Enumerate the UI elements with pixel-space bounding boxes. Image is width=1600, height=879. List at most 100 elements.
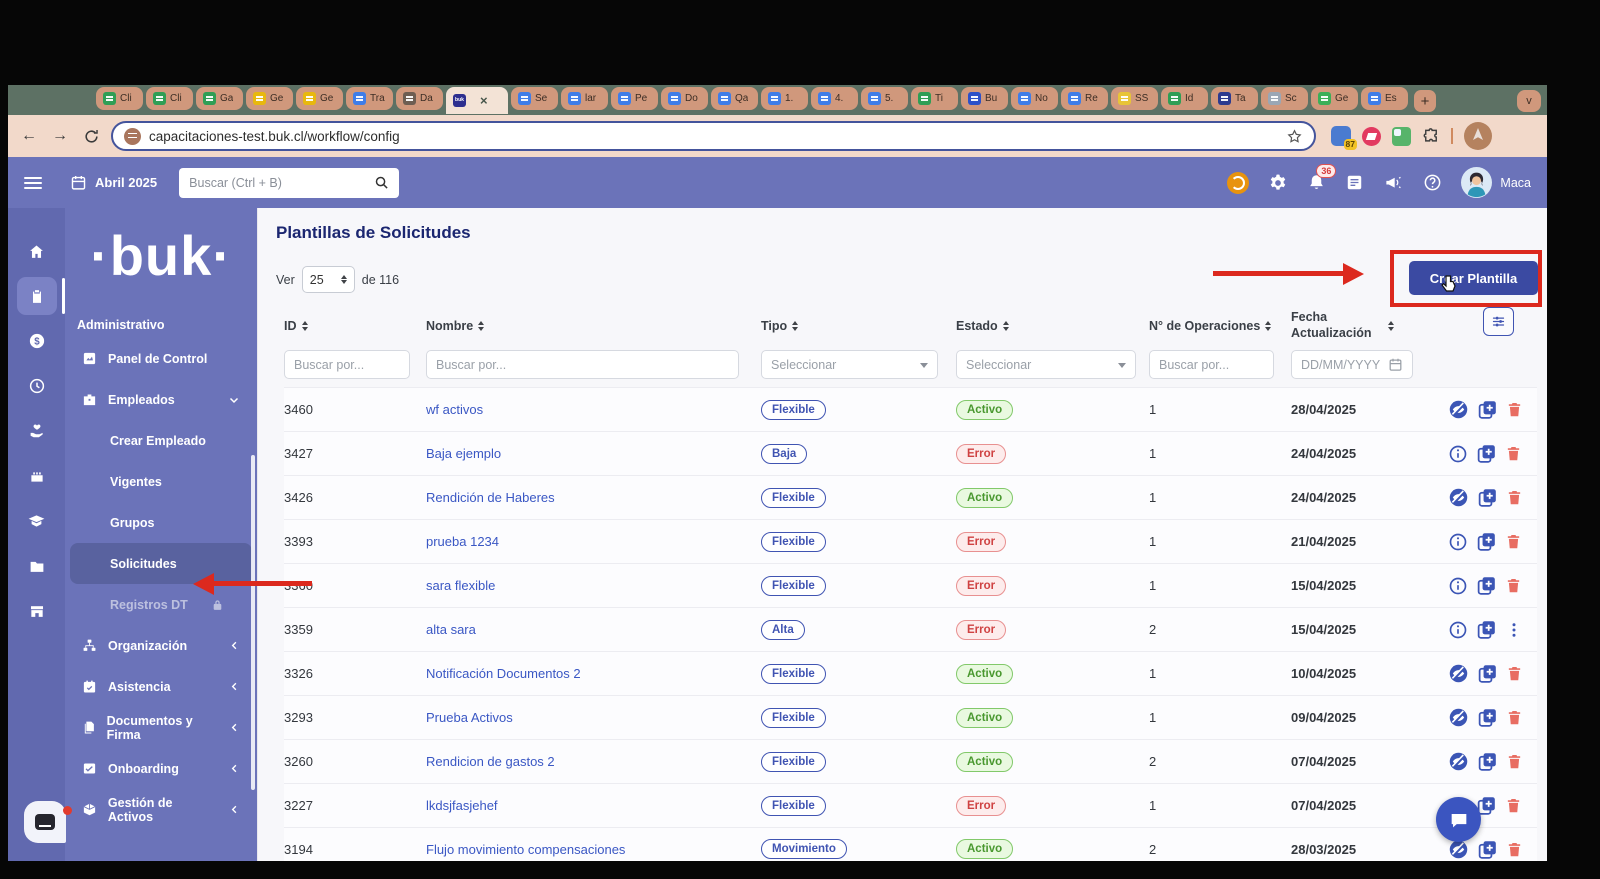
- browser-tab[interactable]: Tra: [346, 87, 393, 110]
- global-search[interactable]: [179, 168, 399, 198]
- browser-tab[interactable]: SS: [1111, 87, 1158, 110]
- browser-tab[interactable]: Ge: [246, 87, 293, 110]
- chev-left-icon[interactable]: [229, 804, 240, 815]
- sidebar-scrollbar[interactable]: [251, 455, 255, 790]
- browser-tab[interactable]: Do: [661, 87, 708, 110]
- reload-icon[interactable]: [80, 125, 102, 147]
- browser-tab[interactable]: Ga: [196, 87, 243, 110]
- trash-icon[interactable]: [1506, 708, 1523, 727]
- bookmark-star-icon[interactable]: [1286, 128, 1303, 145]
- sidebar-item[interactable]: Grupos: [70, 502, 252, 543]
- browser-tab[interactable]: Ge: [1311, 87, 1358, 110]
- trash-icon[interactable]: [1506, 752, 1523, 771]
- column-header-operaciones[interactable]: N° de Operaciones: [1149, 318, 1291, 334]
- filter-estado-select[interactable]: Seleccionar: [956, 350, 1136, 379]
- browser-tab[interactable]: Ti: [911, 87, 958, 110]
- info-icon[interactable]: [1448, 444, 1468, 464]
- rail-module-item[interactable]: [17, 412, 57, 450]
- sort-icon[interactable]: [1003, 318, 1009, 334]
- trash-icon[interactable]: [1505, 532, 1522, 551]
- browser-tab[interactable]: Id: [1161, 87, 1208, 110]
- filter-tipo-select[interactable]: Seleccionar: [761, 350, 938, 379]
- hamburger-menu-icon[interactable]: [24, 177, 42, 189]
- column-header-id[interactable]: ID: [284, 318, 426, 334]
- template-name-link[interactable]: Rendicion de gastos 2: [426, 754, 555, 769]
- template-name-link[interactable]: wf activos: [426, 402, 483, 417]
- column-header-tipo[interactable]: Tipo: [761, 318, 956, 334]
- eye-off-icon[interactable]: [1448, 707, 1469, 728]
- browser-tab[interactable]: Pe: [611, 87, 658, 110]
- chev-left-icon[interactable]: [229, 763, 240, 774]
- sidebar-item[interactable]: Registros DT: [70, 584, 252, 625]
- rail-module-item[interactable]: [17, 457, 57, 495]
- filter-operaciones-input[interactable]: [1149, 350, 1274, 379]
- support-chat-button[interactable]: [1436, 797, 1481, 842]
- filter-nombre-input[interactable]: [426, 350, 739, 379]
- sidebar-item[interactable]: Onboarding: [70, 748, 252, 789]
- duplicate-icon[interactable]: [1476, 619, 1497, 640]
- notifications-bell-icon[interactable]: 36: [1307, 173, 1326, 192]
- eye-off-icon[interactable]: [1448, 751, 1469, 772]
- browser-tab[interactable]: Ge: [296, 87, 343, 110]
- chev-down-icon[interactable]: [228, 394, 240, 406]
- duplicate-icon[interactable]: [1476, 443, 1497, 464]
- chev-left-icon[interactable]: [229, 681, 240, 692]
- sort-icon[interactable]: [1388, 318, 1394, 334]
- duplicate-icon[interactable]: [1476, 531, 1497, 552]
- rail-module-item[interactable]: [17, 547, 57, 585]
- browser-tab[interactable]: Da: [396, 87, 443, 110]
- trash-icon[interactable]: [1506, 664, 1523, 683]
- template-name-link[interactable]: Flujo movimiento compensaciones: [426, 842, 625, 857]
- browser-tab[interactable]: Bu: [961, 87, 1008, 110]
- record-icon[interactable]: [1227, 172, 1249, 194]
- template-name-link[interactable]: Prueba Activos: [426, 710, 513, 725]
- gear-icon[interactable]: [1268, 173, 1288, 193]
- sidebar-item[interactable]: Vigentes: [70, 461, 252, 502]
- rail-module-item[interactable]: $: [17, 322, 57, 360]
- sidebar-item[interactable]: Panel de Control: [70, 338, 252, 379]
- browser-tab[interactable]: 4.: [811, 87, 858, 110]
- period-selector[interactable]: Abril 2025: [70, 174, 157, 191]
- address-bar[interactable]: capacitaciones-test.buk.cl/workflow/conf…: [111, 121, 1316, 151]
- duplicate-icon[interactable]: [1477, 839, 1498, 860]
- chev-left-icon[interactable]: [229, 640, 240, 651]
- tab-close-icon[interactable]: ×: [480, 94, 488, 107]
- trash-icon[interactable]: [1506, 840, 1523, 859]
- sort-icon[interactable]: [478, 318, 484, 334]
- filter-fecha-input[interactable]: DD/MM/YYYY: [1291, 350, 1413, 379]
- info-icon[interactable]: [1448, 532, 1468, 552]
- per-page-select[interactable]: 25: [302, 266, 355, 293]
- duplicate-icon[interactable]: [1477, 487, 1498, 508]
- duplicate-icon[interactable]: [1477, 751, 1498, 772]
- browser-tab[interactable]: 1.: [761, 87, 808, 110]
- notes-icon[interactable]: [1345, 173, 1364, 192]
- browser-tab[interactable]: Ta: [1211, 87, 1258, 110]
- rail-module-item[interactable]: [17, 232, 57, 270]
- template-name-link[interactable]: sara flexible: [426, 578, 495, 593]
- browser-tab[interactable]: lar: [561, 87, 608, 110]
- rail-module-item[interactable]: [17, 592, 57, 630]
- user-menu[interactable]: Maca: [1461, 167, 1531, 198]
- help-icon[interactable]: [1423, 173, 1442, 192]
- eye-off-icon[interactable]: [1448, 663, 1469, 684]
- trash-icon[interactable]: [1506, 400, 1523, 419]
- eye-off-icon[interactable]: [1448, 487, 1469, 508]
- info-icon[interactable]: [1448, 620, 1468, 640]
- trash-icon[interactable]: [1506, 488, 1523, 507]
- browser-tab[interactable]: Sc: [1261, 87, 1308, 110]
- sort-icon[interactable]: [1265, 318, 1271, 334]
- kebab-icon[interactable]: [1505, 621, 1523, 639]
- search-input[interactable]: [189, 176, 374, 190]
- browser-profile-avatar[interactable]: [1464, 122, 1492, 150]
- rail-module-item[interactable]: [17, 367, 57, 405]
- sidebar-item[interactable]: Gestión de Activos: [70, 789, 252, 830]
- extension-icon[interactable]: [1362, 127, 1381, 146]
- sort-icon[interactable]: [792, 318, 798, 334]
- template-name-link[interactable]: lkdsjfasjehef: [426, 798, 498, 813]
- duplicate-icon[interactable]: [1476, 575, 1497, 596]
- browser-tab[interactable]: Qa: [711, 87, 758, 110]
- info-icon[interactable]: [1448, 576, 1468, 596]
- eye-off-icon[interactable]: [1448, 399, 1469, 420]
- sort-icon[interactable]: [302, 318, 308, 334]
- url-text[interactable]: capacitaciones-test.buk.cl/workflow/conf…: [149, 129, 400, 144]
